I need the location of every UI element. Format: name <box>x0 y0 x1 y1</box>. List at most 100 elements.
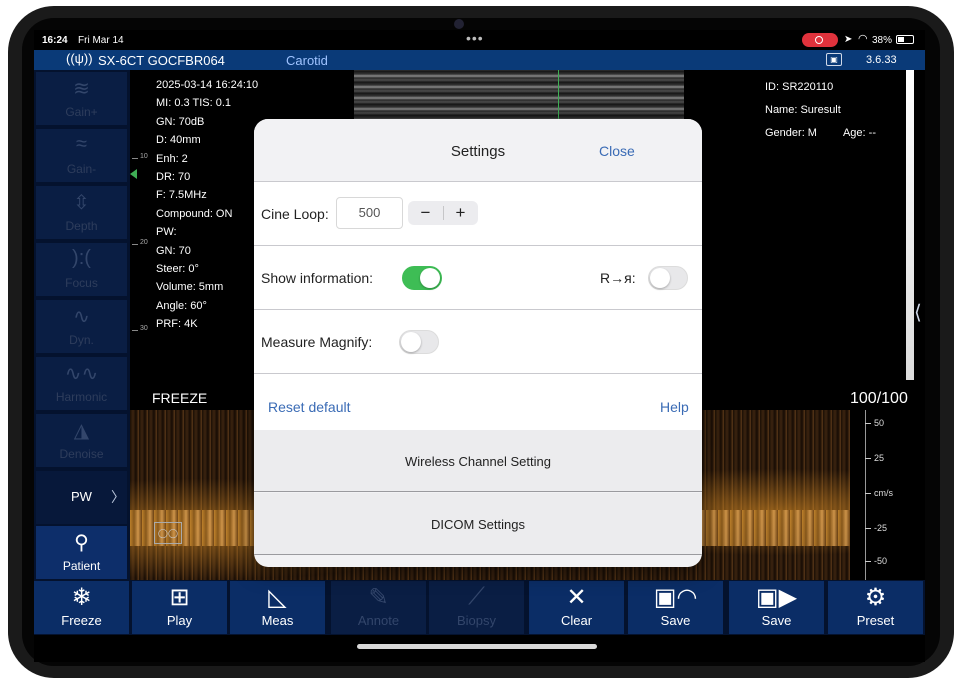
title-bar: ((ψ)) SX-6CT GOCFBR064 Carotid ▣ 3.6.33 <box>34 50 925 70</box>
patient-gender: Gender: M <box>765 127 817 139</box>
param-compound: Compound: ON <box>156 207 233 220</box>
decrement-button[interactable]: − <box>408 201 443 225</box>
focus-button[interactable]: ):( Focus <box>36 243 127 296</box>
measure-magnify-label: Measure Magnify: <box>261 334 373 350</box>
battery-icon <box>896 35 914 44</box>
camera-icon <box>454 19 464 29</box>
gear-icon: ⚙ <box>864 584 887 611</box>
wireless-channel-button[interactable]: Wireless Channel Setting <box>254 430 702 492</box>
reset-help-row: Reset default Help <box>254 374 702 438</box>
chevron-right-icon: 〉 <box>111 489 125 505</box>
location-icon: ➤ <box>844 34 853 45</box>
param-mi-tis: MI: 0.3 TIS: 0.1 <box>156 97 231 110</box>
clear-button[interactable]: ✕ Clear <box>529 581 624 634</box>
param-depth: D: 40mm <box>156 134 201 147</box>
save-video-icon: ▣▶ <box>755 584 798 611</box>
gain-minus-icon: ≈ <box>76 133 87 155</box>
param-pw: PW: <box>156 226 177 239</box>
save-video-button[interactable]: ▣▶ Save <box>729 581 824 634</box>
x-icon: ✕ <box>566 584 587 611</box>
wireless-probe-icon: ((ψ)) <box>66 51 93 66</box>
status-date: Fri Mar 14 <box>78 35 124 46</box>
gain-plus-icon: ≋ <box>73 78 90 100</box>
depth-button[interactable]: ⇳ Depth <box>36 186 127 239</box>
probe-name: SX-6CT GOCFBR064 <box>98 53 225 68</box>
cine-frame-counter: 100/100 <box>850 390 908 407</box>
cine-loop-stepper: − + <box>408 201 478 225</box>
patient-id: ID: SR220110 <box>765 81 834 93</box>
gain-minus-button[interactable]: ≈ Gain- <box>36 129 127 182</box>
wave-icon: ∿ <box>73 306 90 328</box>
patient-info: ID: SR220110 Name: Suresult Gender: M Ag… <box>765 76 876 145</box>
denoise-button[interactable]: ◮ Denoise <box>36 414 127 467</box>
denoise-icon: ◮ <box>73 420 90 442</box>
close-button[interactable]: Close <box>599 143 635 159</box>
status-time: 16:24 <box>42 35 68 46</box>
reset-default-button[interactable]: Reset default <box>268 399 351 415</box>
cine-loop-label: Cine Loop: <box>261 206 329 222</box>
bottom-toolbar: ❄ Freeze ⊞ Play ◺ Meas ✎ Annote ⟋ Biopsy… <box>34 580 925 635</box>
param-dr: DR: 70 <box>156 171 191 184</box>
patient-button[interactable]: ⚲ Patient <box>36 526 127 579</box>
doppler-sample-line <box>558 70 559 126</box>
preset-button[interactable]: ⚙ Preset <box>828 581 923 634</box>
show-information-row: Show information: R→я: <box>254 246 702 310</box>
preset-name[interactable]: Carotid <box>286 53 328 68</box>
param-enh: Enh: 2 <box>156 152 188 165</box>
gray-scale-bar <box>906 70 914 380</box>
pw-mode-button[interactable]: PW 〉 <box>36 471 127 524</box>
battery-percent: 38% <box>872 35 893 46</box>
snowflake-icon: ❄ <box>71 584 92 611</box>
wifi-icon: ◠ <box>858 33 868 45</box>
play-icon: ⊞ <box>169 584 190 611</box>
home-indicator[interactable] <box>357 644 597 649</box>
measure-magnify-row: Measure Magnify: <box>254 310 702 374</box>
focus-icon: ):( <box>72 247 91 269</box>
param-frequency: F: 7.5MHz <box>156 189 207 202</box>
cine-loop-row: Cine Loop: 500 − + <box>254 182 702 246</box>
cine-tape-icon[interactable]: ◯◯ <box>154 522 182 544</box>
param-pw-gain: GN: 70 <box>156 244 191 257</box>
patient-age: Age: -- <box>842 127 876 139</box>
settings-dialog: Settings Close Cine Loop: 500 − + Show i… <box>254 119 702 567</box>
param-angle: Angle: 60° <box>156 299 207 312</box>
dicom-settings-button[interactable]: DICOM Settings <box>254 493 702 555</box>
meas-button[interactable]: ◺ Meas <box>230 581 325 634</box>
param-prf: PRF: 4K <box>156 318 198 331</box>
multitask-dots-icon[interactable]: ••• <box>466 30 484 46</box>
gain-plus-button[interactable]: ≋ Gain+ <box>36 72 127 125</box>
save-image-button[interactable]: ▣◠ Save <box>628 581 723 634</box>
harmonic-button[interactable]: ∿∿ Harmonic <box>36 357 127 410</box>
chevron-left-icon[interactable]: ⟨ <box>914 300 922 325</box>
record-icon <box>815 36 823 44</box>
app-version: 3.6.33 <box>866 54 897 66</box>
cine-loop-input[interactable]: 500 <box>336 197 403 229</box>
save-icon: ▣◠ <box>653 584 698 611</box>
freeze-status: FREEZE <box>152 390 208 406</box>
focus-marker-icon <box>130 169 137 179</box>
play-button[interactable]: ⊞ Play <box>132 581 227 634</box>
screen-mode-icon[interactable]: ▣ <box>826 53 842 66</box>
help-button[interactable]: Help <box>660 399 689 415</box>
measure-magnify-toggle[interactable] <box>399 330 439 354</box>
recording-indicator[interactable] <box>802 33 838 47</box>
increment-button[interactable]: + <box>443 201 478 225</box>
biopsy-icon: ⟋ <box>468 583 485 610</box>
settings-header: Settings Close <box>254 119 702 182</box>
param-gain: GN: 70dB <box>156 115 205 128</box>
ruler-icon: ◺ <box>268 584 287 611</box>
freeze-button[interactable]: ❄ Freeze <box>34 581 129 634</box>
depth-scale: 10 20 30 <box>130 150 150 380</box>
status-bar: 16:24 Fri Mar 14 ••• ➤ ◠ 38% <box>34 30 925 50</box>
reverse-toggle[interactable] <box>648 266 688 290</box>
show-information-toggle[interactable] <box>402 266 442 290</box>
dyn-button[interactable]: ∿ Dyn. <box>36 300 127 353</box>
imaging-parameters: 2025-03-14 16:24:10 MI: 0.3 TIS: 0.1 GN:… <box>156 76 258 334</box>
left-control-panel: ≋ Gain+ ≈ Gain- ⇳ Depth ):( Focus ∿ Dyn.… <box>34 70 130 580</box>
depth-icon: ⇳ <box>73 192 90 214</box>
annote-button[interactable]: ✎ Annote <box>331 581 426 634</box>
reverse-label: R→я: <box>600 270 636 286</box>
biopsy-button[interactable]: ⟋ Biopsy <box>429 581 524 634</box>
annote-icon: ✎ <box>368 584 389 611</box>
param-steer: Steer: 0° <box>156 263 199 276</box>
